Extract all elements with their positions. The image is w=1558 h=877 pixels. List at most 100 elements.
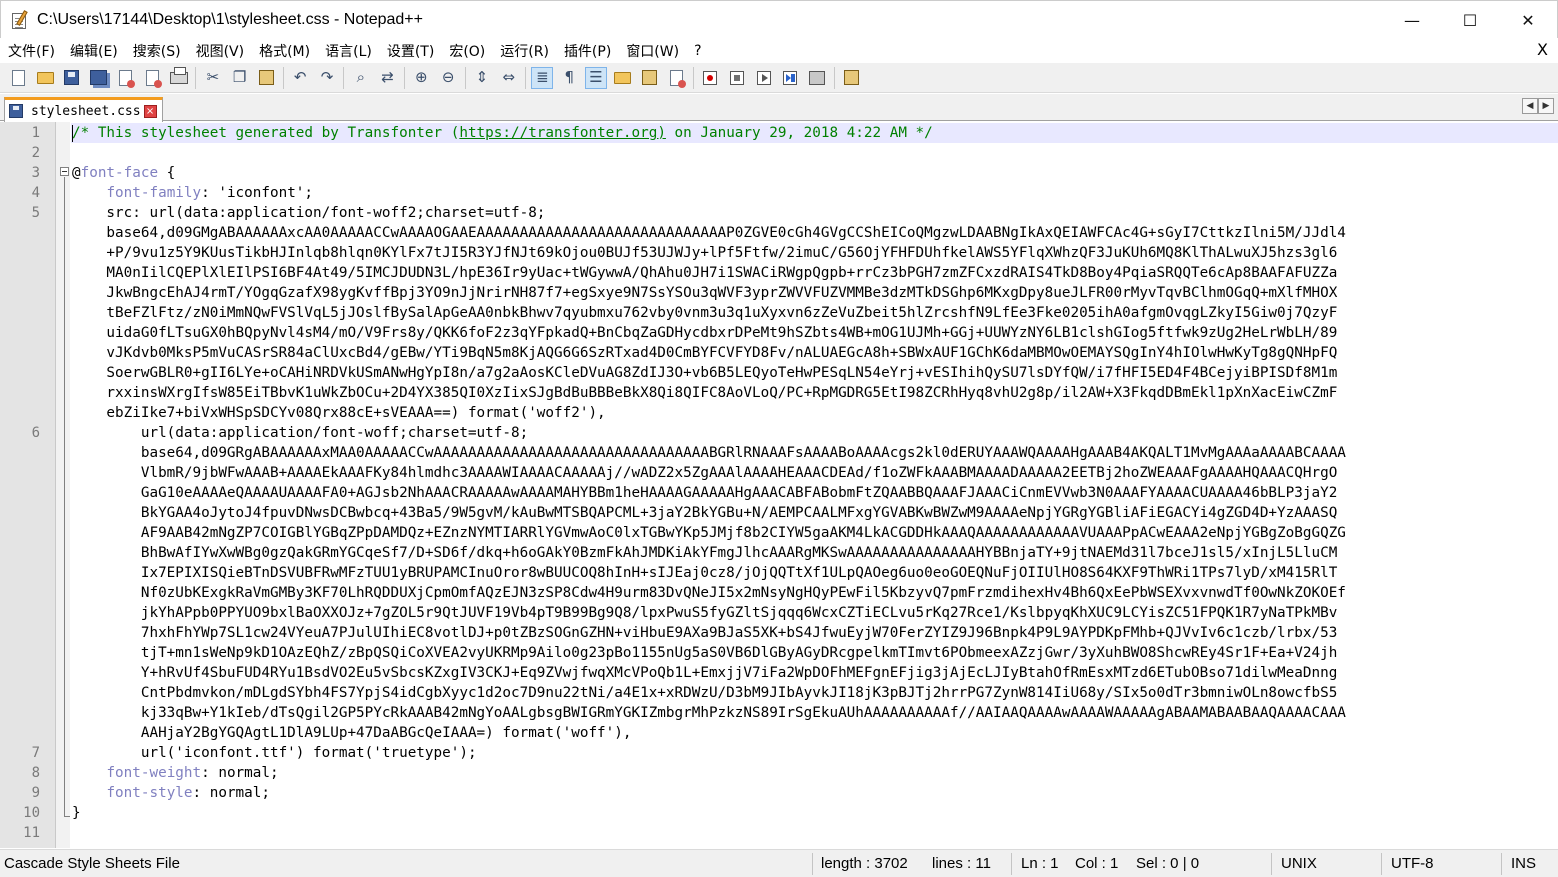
- code-line[interactable]: 2: [0, 143, 1558, 163]
- code-line[interactable]: AAHjaY2BgYGQAgtL1DlA9LUp+47DaABGcQeIAAA=…: [0, 723, 1558, 743]
- menu-window[interactable]: 窗口(W): [618, 41, 686, 61]
- doc-map-button[interactable]: [612, 67, 634, 89]
- menu-edit[interactable]: 编辑(E): [62, 41, 125, 61]
- code-line[interactable]: BhBwAfIYwXwWBg0gzQakGRmYGCqeSf7/D+SD6f/d…: [0, 543, 1558, 563]
- code-token-val: url('iconfont.ttf') format('truetype');: [72, 745, 477, 761]
- code-line[interactable]: 8 font-weight: normal;: [0, 763, 1558, 783]
- code-line[interactable]: CntPbdmvkon/mDLgdSYbh4FS7YpjS4idCgbXyyc1…: [0, 683, 1558, 703]
- code-line[interactable]: 4 font-family: 'iconfont';: [0, 183, 1558, 203]
- line-number: 10: [23, 805, 40, 821]
- menu-help[interactable]: ?: [686, 43, 708, 59]
- menu-language[interactable]: 语言(L): [317, 41, 379, 61]
- copy-button[interactable]: ❐: [229, 67, 251, 89]
- code-token-at: @: [72, 165, 81, 181]
- editor[interactable]: 1 /* This stylesheet generated by Transfo…: [0, 122, 1558, 848]
- code-line[interactable]: MA0nIilCQEPlXlEIlPSI6BF4At49/5IMCJDUDN3L…: [0, 263, 1558, 283]
- code-text: 7hxhFhYWp7SL1cw24VYeuA7PJulUIhiEC8votlDJ…: [72, 623, 1337, 643]
- code-token-val: AF9AAB42mNgZP7COIGBlYGBqZPpDAMDQz+EZnzNY…: [72, 525, 1346, 541]
- code-line[interactable]: rxxinsWXrgIfsW85EiTBbvK1uWkZbOCu+2D4YX38…: [0, 383, 1558, 403]
- code-line[interactable]: tjT+mn1sWeNp9kD1OAzEQhZ/zBpQSQiCoXVEA2vy…: [0, 643, 1558, 663]
- code-line[interactable]: 7hxhFhYWp7SL1cw24VYeuA7PJulUIhiEC8votlDJ…: [0, 623, 1558, 643]
- replace-button[interactable]: ⇄: [377, 67, 399, 89]
- menu-format[interactable]: 格式(M): [251, 41, 317, 61]
- minimize-button[interactable]: —: [1383, 1, 1441, 39]
- cut-button[interactable]: ✂: [202, 67, 224, 89]
- notepad-button[interactable]: [840, 67, 862, 89]
- tab-stylesheet-css[interactable]: stylesheet.css ×: [4, 97, 163, 122]
- save-button[interactable]: [61, 67, 83, 89]
- open-file-button[interactable]: [34, 67, 56, 89]
- tab-scroll-right-button[interactable]: ▶: [1538, 98, 1554, 114]
- code-line[interactable]: SoerwGBLR0+gII6LYe+oCAHiNRDVkUSmANwHgYpI…: [0, 363, 1558, 383]
- word-wrap-button[interactable]: ≣: [531, 66, 554, 89]
- code-line[interactable]: +P/9vu1z5Y9KUusTikbHJInlqb8hlqn0KYlFx7tJ…: [0, 243, 1558, 263]
- new-file-button[interactable]: [7, 67, 29, 89]
- save-all-button[interactable]: [88, 67, 110, 89]
- code-token-val: GaG10eAAAAeQAAAAUAAAAFA0+AGJsb2NhAAACRAA…: [72, 485, 1338, 501]
- tab-scroll-left-button[interactable]: ◀: [1522, 98, 1538, 114]
- find-button[interactable]: ⌕: [350, 67, 372, 89]
- close-all-button[interactable]: [141, 67, 163, 89]
- function-list-button[interactable]: [639, 67, 661, 89]
- menu-file[interactable]: 文件(F): [0, 41, 62, 61]
- code-line[interactable]: tBeFZlFtz/zN0iMmNQwFVSlVqL5jJOslfBySalAp…: [0, 303, 1558, 323]
- zoom-out-button[interactable]: ⊖: [437, 67, 459, 89]
- play-macro-button[interactable]: [753, 67, 775, 89]
- code-line[interactable]: kj33qBw+Y1kIeb/dTsQgil2GP5PYcRkAAAB42mNg…: [0, 703, 1558, 723]
- code-line[interactable]: ebZiIke7+biVxWHSpSDCYv08Qrx88cE+sVEAAA==…: [0, 403, 1558, 423]
- save-macro-button[interactable]: [806, 67, 828, 89]
- code-line[interactable]: 5 src: url(data:application/font-woff2;c…: [0, 203, 1558, 223]
- code-line[interactable]: 11: [0, 823, 1558, 843]
- menu-view[interactable]: 视图(V): [188, 41, 252, 61]
- code-line[interactable]: VlbmR/9jbWFwAAAB+AAAAEkAAAFKy84hlmdhc3AA…: [0, 463, 1558, 483]
- toolbar-separator: [525, 66, 527, 89]
- menu-run[interactable]: 运行(R): [492, 41, 556, 61]
- code-line[interactable]: Ix7EPIXISQieBTnDSVUBFRwMFzTUU1yBRUPAMCIn…: [0, 563, 1558, 583]
- code-token-val: {: [158, 165, 176, 181]
- redo-button[interactable]: ↷: [316, 67, 338, 89]
- sync-horizontal-button[interactable]: ⇔: [498, 67, 520, 89]
- folder-workspace-button[interactable]: [665, 67, 687, 89]
- code-line[interactable]: 10}: [0, 803, 1558, 823]
- code-line[interactable]: base64,d09GRgABAAAAAAxMAA0AAAAACCwAAAAAA…: [0, 443, 1558, 463]
- code-line[interactable]: 7 url('iconfont.ttf') format('truetype')…: [0, 743, 1558, 763]
- code-line[interactable]: GaG10eAAAAeQAAAAUAAAAFA0+AGJsb2NhAAACRAA…: [0, 483, 1558, 503]
- print-button[interactable]: [168, 66, 190, 89]
- stop-macro-button[interactable]: [726, 67, 748, 89]
- indent-guide-icon: ☰: [589, 68, 603, 86]
- code-line[interactable]: Nf0zUbKExgkRaVmGMBy3KF70LhRQDDUXjCpmOmfA…: [0, 583, 1558, 603]
- close-window-button[interactable]: ✕: [1499, 1, 1557, 39]
- code-line[interactable]: Y+hRvUf4SbuFUD4RYu1BsdVO2Eu5vSbcsKZxgIV3…: [0, 663, 1558, 683]
- record-macro-button[interactable]: [699, 67, 721, 89]
- menu-plugins[interactable]: 插件(P): [556, 41, 618, 61]
- code-line[interactable]: 1 /* This stylesheet generated by Transfo…: [0, 123, 1558, 143]
- maximize-button[interactable]: ☐: [1441, 1, 1499, 39]
- code-text: base64,d09GRgABAAAAAAxMAA0AAAAACCwAAAAAA…: [72, 443, 1346, 463]
- show-all-chars-button[interactable]: ¶: [558, 67, 580, 89]
- indent-guide-button[interactable]: ☰: [585, 66, 608, 89]
- undo-button[interactable]: ↶: [289, 67, 311, 89]
- menu-search[interactable]: 搜索(S): [125, 41, 188, 61]
- code-token-val: AAHjaY2BgYGQAgtL1DlA9LUp+47DaABGcQeIAAA=…: [72, 725, 632, 741]
- run-macro-multiple-button[interactable]: [779, 67, 801, 89]
- sync-vertical-button[interactable]: ⇕: [471, 67, 493, 89]
- menu-macro[interactable]: 宏(O): [441, 41, 492, 61]
- zoom-in-button[interactable]: ⊕: [410, 67, 432, 89]
- code-line[interactable]: 6 url(data:application/font-woff;charset…: [0, 423, 1558, 443]
- code-line[interactable]: uidaG0fLTsuGX0hBQpyNvl4sM4/mO/V9Frs8y/QK…: [0, 323, 1558, 343]
- code-line[interactable]: AF9AAB42mNgZP7COIGBlYGBqZPpDAMDQz+EZnzNY…: [0, 523, 1558, 543]
- code-line[interactable]: 9 font-style: normal;: [0, 783, 1558, 803]
- code-line[interactable]: jkYhAPpb0PPYUO9bxlBaOXXOJz+7gZOL5r9QtJUV…: [0, 603, 1558, 623]
- code-token-url[interactable]: https://transfonter.org): [459, 125, 666, 141]
- code-line[interactable]: JkwBngcEhAJ4rmT/YOgqGzafX98ygKvffBpj3YO9…: [0, 283, 1558, 303]
- code-line[interactable]: vJKdvb0MksP5mVuCASrSR84aClUxcBd4/gEBw/YT…: [0, 343, 1558, 363]
- tab-close-icon[interactable]: ×: [143, 104, 157, 118]
- code-text: rxxinsWXrgIfsW85EiTBbvK1uWkZbOCu+2D4YX38…: [72, 383, 1337, 403]
- paste-button[interactable]: [255, 67, 277, 89]
- code-line[interactable]: 3 @font-face {: [0, 163, 1558, 183]
- close-document-button[interactable]: X: [1537, 40, 1548, 59]
- close-button[interactable]: [115, 67, 137, 89]
- code-line[interactable]: base64,d09GMgABAAAAAAxcAA0AAAAACCwAAAAOG…: [0, 223, 1558, 243]
- menu-settings[interactable]: 设置(T): [379, 41, 441, 61]
- code-line[interactable]: BkYGAA4oJytoJ4fpuvDNwsDCBwbcq+43Ba5/9W5g…: [0, 503, 1558, 523]
